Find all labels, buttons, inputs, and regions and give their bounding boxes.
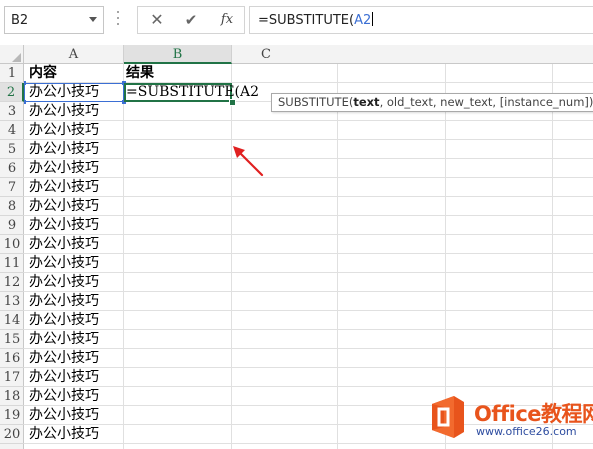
row-header-10[interactable]: 10 [0,235,24,254]
gridline-vertical [231,64,232,449]
chevron-down-icon[interactable] [89,17,97,22]
cell-a13[interactable]: 办公小技巧 [29,292,99,311]
gridline-horizontal [24,234,593,235]
gridline-horizontal [24,329,593,330]
row-header-7[interactable]: 7 [0,178,24,197]
cell-a8[interactable]: 办公小技巧 [29,197,99,216]
cell-a11[interactable]: 办公小技巧 [29,254,99,273]
row-header-15[interactable]: 15 [0,330,24,349]
reference-handle[interactable] [24,100,26,104]
gridline-horizontal [24,177,593,178]
tooltip-function-name: SUBSTITUTE( [278,95,354,109]
formula-input[interactable]: =SUBSTITUTE(A2 [249,6,593,34]
cell-a4[interactable]: 办公小技巧 [29,121,99,140]
cancel-button[interactable]: ✕ [146,10,168,30]
cell-a17[interactable]: 办公小技巧 [29,368,99,387]
cell-a12[interactable]: 办公小技巧 [29,273,99,292]
row-header-12[interactable]: 12 [0,273,24,292]
cell-a5[interactable]: 办公小技巧 [29,140,99,159]
insert-function-button[interactable]: fx [214,9,240,31]
column-header-b[interactable]: B [124,45,232,64]
gridline-horizontal [24,310,593,311]
row-header-13[interactable]: 13 [0,292,24,311]
formula-bar: B2 ✕ ✔ fx =SUBSTITUTE(A2 [0,0,593,42]
office-logo-icon [432,396,464,438]
row-header-bar: 1 2 3 4 5 6 7 8 9 10 11 12 13 14 15 16 17 18 19 20 [0,64,24,449]
cell-a15[interactable]: 办公小技巧 [29,330,99,349]
cell-a18[interactable]: 办公小技巧 [29,387,99,406]
annotation-arrow-icon [233,146,264,177]
formula-reference: A2 [354,13,372,28]
watermark: Office教程网 www.office26.com [424,392,593,449]
cell-a9[interactable]: 办公小技巧 [29,216,99,235]
gridline-horizontal [24,253,593,254]
formula-text: =SUBSTITUTE(A2 [258,12,374,28]
row-header-2[interactable]: 2 [0,83,24,102]
name-box-value: B2 [11,13,29,28]
gridline-vertical [337,64,338,449]
cell-a1[interactable]: 内容 [29,64,57,83]
tooltip-remaining-args: , old_text, new_text, [instance_num]) [379,95,593,109]
column-header-bar: A B C [0,45,593,64]
enter-button[interactable]: ✔ [180,10,202,30]
function-tooltip: SUBSTITUTE(text, old_text, new_text, [in… [271,93,593,112]
row-header-9[interactable]: 9 [0,216,24,235]
cell-b1[interactable]: 结果 [126,64,154,83]
cell-a16[interactable]: 办公小技巧 [29,349,99,368]
gridline-horizontal [24,215,593,216]
gridline-horizontal [24,348,593,349]
cell-a2[interactable]: 办公小技巧 [29,83,99,102]
cell-a14[interactable]: 办公小技巧 [29,311,99,330]
gridline-horizontal [24,291,593,292]
row-header-14[interactable]: 14 [0,311,24,330]
cell-a3[interactable]: 办公小技巧 [29,102,99,121]
cell-a19[interactable]: 办公小技巧 [29,406,99,425]
row-header-18[interactable]: 18 [0,387,24,406]
name-box[interactable]: B2 [4,6,104,34]
select-all-button[interactable] [0,45,24,64]
select-all-icon [12,53,21,62]
gridline-horizontal [24,139,593,140]
reference-handle[interactable] [24,81,26,85]
gridline-horizontal [24,272,593,273]
row-header-17[interactable]: 17 [0,368,24,387]
column-header-c[interactable]: C [232,45,272,64]
row-header-4[interactable]: 4 [0,121,24,140]
row-header-8[interactable]: 8 [0,197,24,216]
column-header-a[interactable]: A [24,45,124,64]
row-header-16[interactable]: 16 [0,349,24,368]
cell-a6[interactable]: 办公小技巧 [29,159,99,178]
cell-b2[interactable]: =SUBSTITUTE(A2 [126,83,259,102]
row-header-11[interactable]: 11 [0,254,24,273]
formula-buttons: ✕ ✔ fx [137,6,245,34]
watermark-title: Office教程网 [474,402,593,426]
formula-prefix: =SUBSTITUTE( [258,13,355,28]
cell-a7[interactable]: 办公小技巧 [29,178,99,197]
cell-a10[interactable]: 办公小技巧 [29,235,99,254]
text-caret [372,12,374,26]
gridline-horizontal [24,196,593,197]
row-header-6[interactable]: 6 [0,159,24,178]
worksheet-grid: A B C 1 2 3 4 5 6 7 8 9 10 11 12 13 14 15 16 17 18 19 20 内容… [0,45,593,449]
row-header-19[interactable]: 19 [0,406,24,425]
tooltip-current-arg[interactable]: text [353,95,379,109]
cell-a20[interactable]: 办公小技巧 [29,425,99,444]
row-header-3[interactable]: 3 [0,102,24,121]
watermark-url: www.office26.com [476,425,577,438]
gridline-horizontal [24,120,593,121]
gridline-horizontal [24,367,593,368]
row-header-20[interactable]: 20 [0,425,24,444]
row-header-5[interactable]: 5 [0,140,24,159]
drag-handle-icon[interactable] [117,11,121,29]
gridline-horizontal [24,386,593,387]
row-header-1[interactable]: 1 [0,64,24,83]
gridline-vertical [123,64,124,449]
gridline-horizontal [24,158,593,159]
